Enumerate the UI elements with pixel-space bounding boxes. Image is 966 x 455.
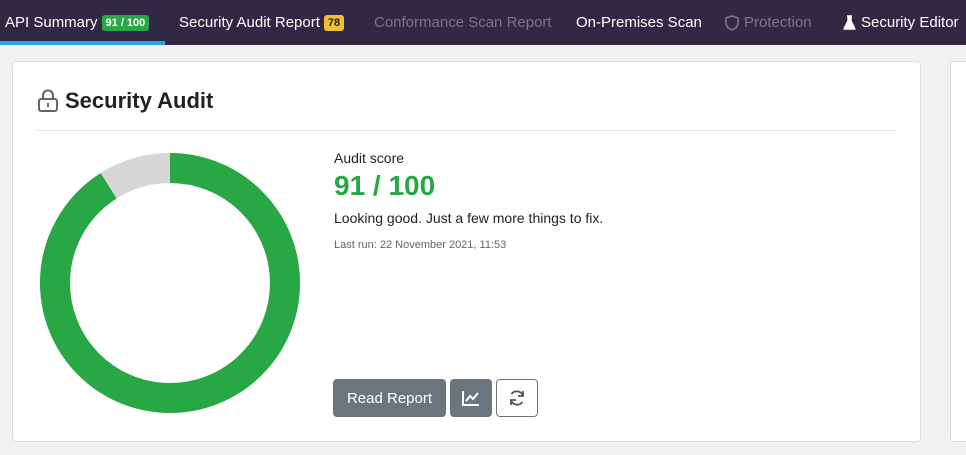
score-label: Audit score [334,150,405,166]
secondary-card [950,61,966,442]
refresh-icon [510,390,524,406]
tab-label: API Summary [5,14,98,31]
donut-score-arc [40,153,300,413]
audit-badge: 78 [323,14,345,31]
tab-label: Security Editor [861,14,959,31]
shield-icon [725,14,739,31]
tab-conformance-scan-report[interactable]: Conformance Scan Report [374,0,552,45]
read-report-button[interactable]: Read Report [333,379,446,417]
header-divider [37,130,897,131]
tab-label: Protection [744,14,812,31]
tab-security-audit-report[interactable]: Security Audit Report 78 [179,0,345,45]
score-message: Looking good. Just a few more things to … [334,210,604,226]
tab-security-editor[interactable]: Security Editor [843,0,959,45]
top-nav: API Summary 91 / 100 Security Audit Repo… [0,0,966,45]
active-tab-indicator [0,41,166,45]
tab-on-premises-scan[interactable]: On-Premises Scan [576,0,702,45]
chart-icon [462,391,479,406]
lock-icon [38,89,58,112]
tab-label: Security Audit Report [179,14,320,31]
flask-icon [843,14,856,30]
chart-button[interactable] [450,379,492,417]
tab-label: On-Premises Scan [576,14,702,31]
tab-label: Conformance Scan Report [374,14,552,31]
refresh-button[interactable] [496,379,538,417]
action-buttons: Read Report [333,379,538,417]
tab-protection[interactable]: Protection [725,0,812,45]
score-donut-chart [40,153,300,413]
last-run-timestamp: Last run: 22 November 2021, 11:53 [334,239,507,251]
security-audit-card: Security Audit Audit score 91 / 100 Look… [12,61,921,442]
score-value: 91 / 100 [334,170,436,201]
card-header: Security Audit [37,88,213,114]
tab-api-summary[interactable]: API Summary 91 / 100 [0,0,166,45]
card-title: Security Audit [65,88,214,113]
score-badge: 91 / 100 [101,14,150,31]
score-area: Audit score 91 / 100 Looking good. Just … [334,150,603,251]
